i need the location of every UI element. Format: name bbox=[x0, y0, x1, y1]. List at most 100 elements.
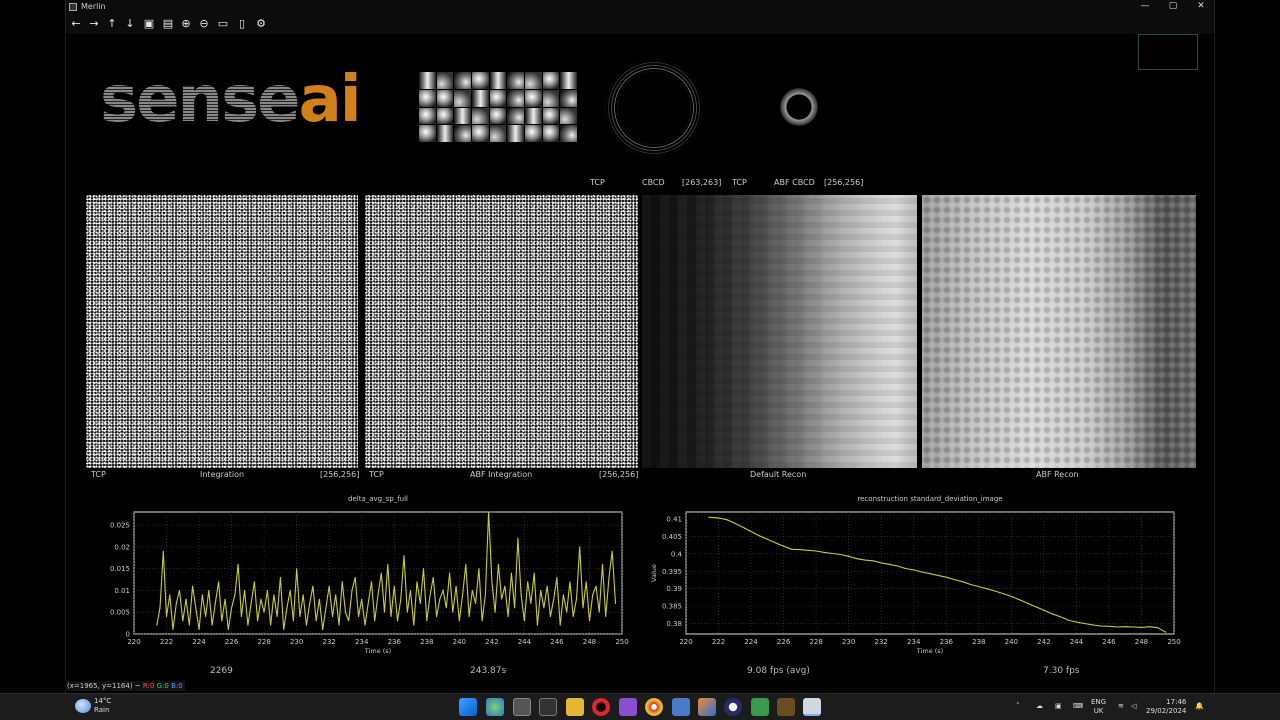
main-canvas[interactable]: senseai TCP CBCD [263,263] TCP ABF CBCD … bbox=[80, 34, 1202, 679]
abf-cbed-label: ABF CBCD bbox=[774, 178, 815, 187]
data-point bbox=[218, 581, 220, 583]
copilot-icon[interactable] bbox=[486, 698, 504, 716]
settings-icon[interactable]: ⚙ bbox=[253, 16, 269, 32]
data-point bbox=[953, 579, 955, 581]
visual-studio-icon[interactable] bbox=[619, 698, 637, 716]
x-tick-label: 232 bbox=[323, 638, 336, 646]
plot-frame bbox=[685, 511, 1175, 635]
app-icon-round[interactable] bbox=[724, 698, 742, 716]
data-point bbox=[192, 585, 194, 587]
clock[interactable]: 17:46 29/02/2024 bbox=[1146, 698, 1186, 716]
save-icon[interactable]: ▭ bbox=[215, 16, 231, 32]
data-point bbox=[864, 559, 866, 561]
plot-frame bbox=[133, 511, 623, 635]
data-point bbox=[527, 581, 529, 583]
file-explorer-icon[interactable] bbox=[566, 698, 584, 716]
coord-g: G:0 bbox=[156, 682, 169, 690]
app-tray-icon[interactable]: ▣ bbox=[1055, 702, 1062, 711]
data-point bbox=[799, 549, 801, 551]
data-point bbox=[380, 572, 382, 574]
data-point bbox=[1165, 631, 1167, 633]
notification-icon[interactable]: 🔔 bbox=[1195, 702, 1204, 711]
data-point bbox=[266, 589, 268, 591]
start-icon[interactable] bbox=[459, 698, 477, 716]
data-point bbox=[791, 548, 793, 550]
data-point bbox=[592, 594, 594, 596]
coord-pos: (x=1965, y=1164) ~ bbox=[67, 682, 141, 690]
zoom-out-icon[interactable]: ⊖ bbox=[196, 16, 212, 32]
data-point bbox=[240, 616, 242, 618]
std-plot[interactable]: 220 222 224 226 228 230 232 234 236 238 240 242 244 2… bbox=[646, 504, 1186, 664]
data-point bbox=[504, 585, 506, 587]
task-view-icon[interactable] bbox=[513, 698, 531, 716]
app-icon-orange[interactable] bbox=[698, 698, 716, 716]
y-tick-label: 0.015 bbox=[110, 565, 130, 573]
data-point bbox=[377, 594, 379, 596]
data-point bbox=[188, 624, 190, 626]
calculator-icon[interactable] bbox=[672, 698, 690, 716]
data-point bbox=[562, 594, 564, 596]
onedrive-icon[interactable]: ☁ bbox=[1036, 702, 1043, 711]
data-point bbox=[962, 581, 963, 583]
data-point bbox=[341, 581, 343, 583]
delta-plot[interactable]: 220 222 224 226 228 230 232 234 236 238 240 242 244 2… bbox=[94, 504, 634, 664]
x-tick-label: 222 bbox=[160, 638, 173, 646]
zoom-in-icon[interactable]: ⊕ bbox=[178, 16, 194, 32]
data-point bbox=[1100, 625, 1102, 627]
data-point bbox=[423, 568, 424, 570]
abf-recon-panel[interactable] bbox=[922, 195, 1196, 468]
down-arrow-icon[interactable]: ↓ bbox=[122, 16, 138, 32]
data-point bbox=[549, 616, 551, 618]
data-point bbox=[302, 594, 304, 596]
coord-r: R:0 bbox=[142, 682, 155, 690]
data-point bbox=[283, 629, 285, 631]
x-tick-label: 238 bbox=[972, 638, 985, 646]
data-point bbox=[501, 598, 503, 600]
wifi-icon[interactable]: ≋ bbox=[1118, 702, 1124, 711]
notepad-icon[interactable] bbox=[751, 698, 769, 716]
language-indicator[interactable]: ENG UK bbox=[1091, 698, 1106, 716]
chevron-up-icon[interactable]: ˄ bbox=[1016, 702, 1020, 711]
forward-arrow-icon[interactable]: → bbox=[86, 16, 102, 32]
abf-recon-label: ABF Recon bbox=[1036, 470, 1079, 479]
abf-integration-tag: TCP bbox=[369, 470, 384, 479]
maximize-button[interactable]: ▢ bbox=[1159, 0, 1187, 14]
default-recon-panel[interactable] bbox=[642, 195, 917, 468]
abf-integration-panel[interactable] bbox=[365, 195, 638, 468]
volume-icon[interactable]: ◁ bbox=[1131, 702, 1136, 711]
data-point bbox=[775, 542, 776, 544]
merlin-taskbar-icon[interactable] bbox=[803, 698, 821, 716]
chrome-icon[interactable] bbox=[645, 698, 663, 716]
up-arrow-icon[interactable]: ↑ bbox=[104, 16, 120, 32]
data-point bbox=[179, 589, 180, 591]
data-point bbox=[718, 517, 719, 519]
image-icon[interactable]: ▣ bbox=[141, 16, 157, 32]
close-button[interactable]: ✕ bbox=[1187, 0, 1215, 14]
back-arrow-icon[interactable]: ← bbox=[68, 16, 84, 32]
data-point bbox=[250, 603, 252, 604]
terminal-icon[interactable] bbox=[539, 698, 557, 716]
data-point bbox=[328, 585, 330, 587]
keyboard-icon[interactable]: ⌨ bbox=[1073, 702, 1083, 711]
data-point bbox=[322, 629, 324, 631]
x-tick-label: 236 bbox=[388, 638, 402, 646]
data-point bbox=[905, 568, 907, 569]
integration-panel[interactable] bbox=[86, 195, 358, 468]
preview-box bbox=[1138, 34, 1198, 70]
clipboard-icon[interactable]: ▯ bbox=[234, 16, 250, 32]
app-icon-brown[interactable] bbox=[777, 698, 795, 716]
minimize-button[interactable]: — bbox=[1131, 0, 1159, 14]
x-tick-label: 236 bbox=[940, 638, 954, 646]
data-point bbox=[507, 616, 509, 618]
image-export-icon[interactable]: ▤ bbox=[160, 16, 176, 32]
data-point bbox=[611, 550, 613, 552]
x-tick-label: 230 bbox=[290, 638, 303, 646]
data-point bbox=[198, 629, 200, 631]
data-point bbox=[211, 624, 213, 626]
data-point bbox=[227, 629, 229, 631]
y-tick-label: 0.385 bbox=[662, 603, 682, 611]
data-point bbox=[1035, 606, 1037, 608]
y-tick-label: 0.395 bbox=[662, 568, 682, 576]
opera-icon[interactable] bbox=[592, 698, 610, 716]
title-bar[interactable]: Merlin — ▢ ✕ bbox=[66, 0, 1214, 14]
